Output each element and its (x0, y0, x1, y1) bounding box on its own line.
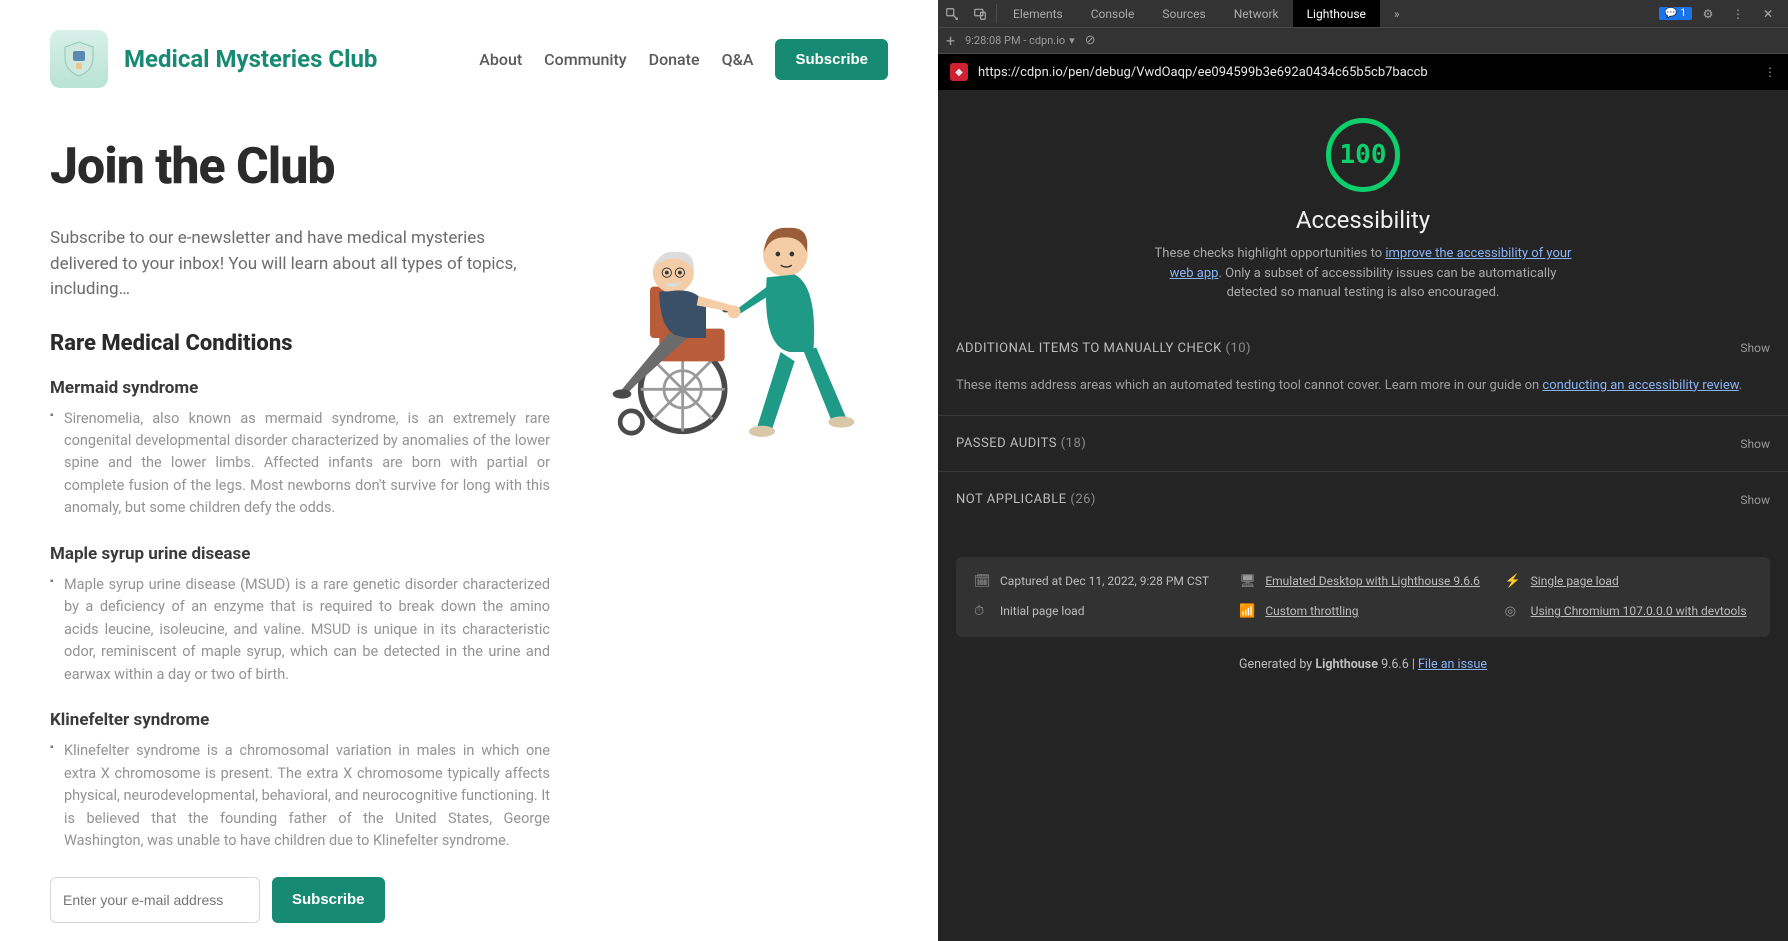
audit-manual-label: Additional items to manually check (956, 341, 1222, 356)
condition-title: Maple syrup urine disease (50, 544, 550, 564)
condition-body: Sirenomelia, also known as mermaid syndr… (64, 408, 550, 520)
lighthouse-report[interactable]: 100 Accessibility These checks highlight… (938, 90, 1788, 941)
condition-title: Mermaid syndrome (50, 378, 550, 398)
email-field[interactable] (50, 877, 260, 923)
tab-elements[interactable]: Elements (999, 0, 1077, 27)
tab-overflow[interactable]: » (1380, 0, 1414, 27)
brand-title: Medical Mysteries Club (124, 45, 377, 73)
settings-icon[interactable]: ⚙ (1694, 7, 1722, 21)
audit-na-count: (26) (1070, 492, 1096, 507)
tab-lighthouse[interactable]: Lighthouse (1293, 0, 1380, 27)
score-description: These checks highlight opportunities to … (1153, 244, 1573, 303)
bolt-icon: ⚡ (1505, 573, 1521, 591)
subscribe-button[interactable]: Subscribe (775, 39, 888, 80)
clear-icon[interactable]: ⊘ (1085, 33, 1096, 48)
meta-chromium: ◎Using Chromium 107.0.0.0 with devtools (1505, 603, 1752, 621)
nav-community[interactable]: Community (544, 50, 626, 69)
calendar-icon: 🗓 (974, 573, 990, 591)
issues-count: 1 (1680, 8, 1686, 19)
close-icon[interactable]: ✕ (1754, 7, 1782, 21)
audit-manual-count: (10) (1226, 341, 1252, 356)
desktop-icon: 🖥 (1239, 573, 1255, 591)
tab-console[interactable]: Console (1077, 0, 1149, 27)
condition-title: Klinefelter syndrome (50, 710, 550, 730)
intro-text: Subscribe to our e-newsletter and have m… (50, 226, 550, 303)
page-title: Join the Club (50, 138, 550, 196)
logo-icon (50, 30, 108, 88)
favicon-icon: ◆ (950, 63, 968, 81)
meta-captured: 🗓Captured at Dec 11, 2022, 9:28 PM CST (974, 573, 1221, 591)
section-heading: Rare Medical Conditions (50, 331, 550, 356)
accessibility-review-link[interactable]: conducting an accessibility review (1542, 378, 1738, 393)
score-gauge: 100 (1326, 118, 1400, 192)
subscribe-submit-button[interactable]: Subscribe (272, 877, 385, 923)
main-nav: About Community Donate Q&A Subscribe (479, 39, 888, 80)
meta-spa: ⚡Single page load (1505, 573, 1752, 591)
inspect-icon[interactable] (938, 0, 966, 27)
show-toggle[interactable]: Show (1740, 437, 1770, 451)
webpage: Medical Mysteries Club About Community D… (0, 0, 938, 941)
report-url: https://cdpn.io/pen/debug/VwdOaqp/ee0945… (978, 65, 1754, 80)
more-icon[interactable]: ⋮ (1724, 7, 1752, 21)
audit-na-row[interactable]: Not applicable (26) Show (938, 471, 1788, 527)
meta-emulated: 🖥Emulated Desktop with Lighthouse 9.6.6 (1239, 573, 1486, 591)
network-icon: 📶 (1239, 603, 1255, 621)
devtools-tabbar: Elements Console Sources Network Lightho… (938, 0, 1788, 28)
meta-initial: ⏱Initial page load (974, 603, 1221, 621)
score-value: 100 (1340, 140, 1387, 170)
show-toggle[interactable]: Show (1740, 341, 1770, 355)
site-header: Medical Mysteries Club About Community D… (50, 30, 888, 88)
timer-icon: ⏱ (974, 603, 990, 621)
condition-body: Maple syrup urine disease (MSUD) is a ra… (64, 574, 550, 686)
audit-manual-row[interactable]: Additional items to manually check (10) … (938, 321, 1788, 376)
issues-badge[interactable]: 💬 1 (1659, 7, 1692, 20)
url-menu-icon[interactable]: ⋮ (1764, 65, 1776, 79)
audit-manual-desc: These items address areas which an autom… (938, 376, 1788, 416)
audit-na-label: Not applicable (956, 492, 1067, 507)
report-url-bar: ◆ https://cdpn.io/pen/debug/VwdOaqp/ee09… (938, 54, 1788, 90)
meta-throttling: 📶Custom throttling (1239, 603, 1486, 621)
lighthouse-toolbar: + 9:28:08 PM - cdpn.io ▾ ⊘ (938, 28, 1788, 54)
hero-illustration (580, 138, 888, 941)
audit-passed-count: (18) (1061, 436, 1087, 451)
brand: Medical Mysteries Club (50, 30, 377, 88)
score-category: Accessibility (1296, 206, 1430, 234)
tab-sources[interactable]: Sources (1148, 0, 1219, 27)
main-content: Join the Club Subscribe to our e-newslet… (50, 138, 550, 941)
devtools-panel: Elements Console Sources Network Lightho… (938, 0, 1788, 941)
subscribe-form: Subscribe (50, 877, 550, 923)
audit-passed-row[interactable]: Passed audits (18) Show (938, 415, 1788, 471)
show-toggle[interactable]: Show (1740, 493, 1770, 507)
report-timestamp[interactable]: 9:28:08 PM - cdpn.io ▾ (965, 34, 1075, 47)
separator (996, 4, 997, 23)
chrome-icon: ◎ (1505, 603, 1521, 621)
condition-body: Klinefelter syndrome is a chromosomal va… (64, 740, 550, 852)
nav-about[interactable]: About (479, 50, 522, 69)
generated-by: Generated by Lighthouse 9.6.6 | File an … (938, 653, 1788, 688)
tab-network[interactable]: Network (1220, 0, 1293, 27)
audit-passed-label: Passed audits (956, 436, 1057, 451)
report-metadata: 🗓Captured at Dec 11, 2022, 9:28 PM CST 🖥… (956, 557, 1770, 637)
device-toggle-icon[interactable] (966, 0, 994, 27)
new-report-icon[interactable]: + (946, 31, 955, 50)
nav-donate[interactable]: Donate (649, 50, 700, 69)
nav-qa[interactable]: Q&A (722, 50, 754, 69)
file-issue-link[interactable]: File an issue (1418, 657, 1487, 672)
